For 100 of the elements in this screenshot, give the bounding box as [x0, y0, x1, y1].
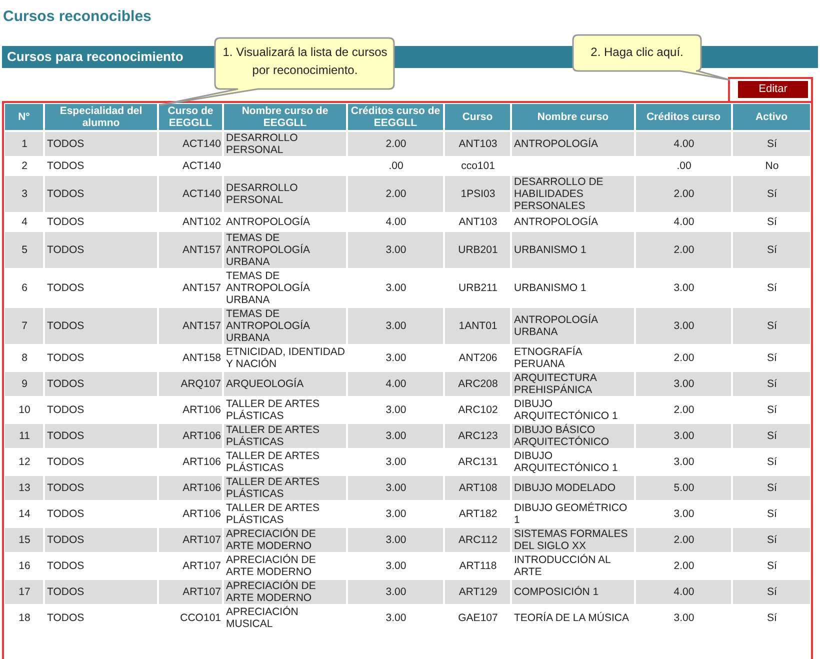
table-cell-text: URB211 [458, 281, 498, 296]
table-cell-text: TALLER DE ARTES PLÁSTICAS [225, 398, 321, 422]
table-cell-text: ACT140 [181, 159, 222, 174]
table-cell-text: 1 [20, 137, 28, 152]
table-cell-text: 4.00 [384, 215, 408, 230]
table-cell-text: .00 [388, 159, 404, 174]
table-cell-text: DIBUJO BÁSICO ARQUITECTÓNICO [513, 424, 610, 448]
table-cell-text: Sí [766, 215, 778, 230]
table-cell-text: 5 [20, 243, 28, 258]
table-cell-text: 3.00 [384, 455, 408, 470]
table-cell-text: TODOS [46, 243, 86, 258]
table-cell-text: 4.00 [384, 377, 408, 392]
table-cell-text: ANTROPOLOGÍA URBANA [513, 312, 599, 340]
table-cell-text: TODOS [46, 611, 86, 626]
table-cell-text: 18 [18, 611, 32, 626]
table-cell-text: APRECIACIÓN DE ARTE MODERNO [225, 580, 317, 604]
table-cell-text: TODOS [46, 187, 86, 202]
table-cell-text: TODOS [46, 429, 86, 444]
table-cell-text: ARC123 [457, 429, 499, 444]
table-cell-text: TALLER DE ARTES PLÁSTICAS [225, 502, 321, 526]
table-cell-text: Sí [766, 281, 778, 296]
table-cell-text: 3.00 [384, 559, 408, 574]
table-cell-text: 3.00 [384, 281, 408, 296]
table-cell-text: COMPOSICIÓN 1 [513, 584, 600, 600]
column-header: Créditos curso de EEGGLL [348, 104, 443, 130]
table-cell-text: ART107 [182, 585, 222, 600]
table-cell-text: URB201 [457, 243, 499, 258]
table-cell-text: 3.00 [384, 429, 408, 444]
table-cell-text: DESARROLLO PERSONAL [225, 132, 299, 156]
table-cell-text: 3.00 [384, 611, 408, 626]
table-cell-text: 2.00 [384, 187, 408, 202]
table-cell-text: Sí [766, 137, 778, 152]
column-header: Curso de EEGGLL [159, 104, 222, 130]
table-cell-text: TODOS [46, 351, 86, 366]
table-cell-text: ARC112 [458, 533, 498, 548]
table-cell-text: Sí [766, 319, 778, 334]
edit-button[interactable]: Editar [738, 81, 808, 98]
table-cell-text: TODOS [46, 215, 86, 230]
table-cell-text: ART107 [182, 559, 222, 574]
column-header: Especialidad del alumno [45, 104, 157, 130]
table-cell-text: 4.00 [672, 585, 696, 600]
table-cell-text: 2.00 [672, 243, 696, 258]
column-header: Nombre curso de EEGGLL [224, 104, 346, 130]
table-cell-text: ART107 [182, 533, 222, 548]
table-cell-text: 3.00 [672, 281, 696, 296]
table-cell-text: TEMAS DE ANTROPOLOGÍA URBANA [225, 232, 311, 268]
table-cell-text: TODOS [46, 481, 86, 496]
table-cell-text: DIBUJO ARQUITECTÓNICO 1 [513, 450, 619, 474]
table-cell-text: ANTROPOLOGÍA [513, 214, 600, 230]
table-cell-text: TALLER DE ARTES PLÁSTICAS [225, 476, 321, 500]
table-cell-text: 3.00 [672, 455, 696, 470]
table-cell-text: ETNOGRAFÍA PERUANA [513, 346, 584, 370]
table-cell-text: 9 [20, 377, 28, 392]
table-cell-text: TODOS [46, 159, 86, 174]
table-cell-text: ANT157 [181, 319, 222, 334]
table-cell-text: 17 [18, 585, 32, 600]
table-cell-text: ANTROPOLOGÍA [225, 214, 312, 230]
table-cell-text: Sí [766, 351, 778, 366]
table-cell-text: 2.00 [672, 187, 696, 202]
table-cell-text: TALLER DE ARTES PLÁSTICAS [225, 424, 321, 448]
table-cell-text: DESARROLLO PERSONAL [225, 181, 299, 208]
table-cell-text: INTRODUCCIÓN AL ARTE [513, 554, 612, 578]
table-cell-text: 4 [20, 215, 28, 230]
table-cell-text: 15 [18, 533, 32, 548]
column-header: Activo [733, 104, 810, 130]
table-cell-text: ETNICIDAD, IDENTIDAD Y NACIÓN [225, 346, 346, 370]
table-cell-text: ANT103 [458, 215, 498, 230]
table-cell-text: 3.00 [672, 611, 696, 626]
table-cell-text: 3.00 [672, 507, 696, 522]
table-cell-text: ANT157 [181, 281, 222, 296]
table-cell-text: 12 [18, 455, 32, 470]
table-cell-text: 1PSI03 [460, 187, 496, 202]
table-cell-text: 3.00 [672, 429, 696, 444]
table-cell-text: 3.00 [384, 319, 408, 334]
table-cell-text: .00 [676, 159, 692, 174]
table-cell-text: ARQUITECTURA PREHISPÁNICA [513, 372, 598, 396]
table-cell-text: URBANISMO 1 [513, 281, 588, 296]
table-cell-text: 4.00 [672, 137, 696, 152]
table-cell-text: 10 [18, 403, 32, 418]
table-cell-text: ACT140 [181, 137, 222, 152]
table-cell-text: 16 [18, 559, 32, 574]
table-cell-text: 3.00 [384, 585, 408, 600]
table-cell-text: Sí [766, 611, 778, 626]
table-cell-text: CCO101 [179, 611, 222, 626]
table-cell-text: Sí [766, 507, 778, 522]
table-cell-text: TODOS [46, 319, 86, 334]
table-cell-text: ANT103 [458, 137, 498, 152]
table-cell-text: GAE107 [457, 611, 499, 626]
table-cell-text: 3.00 [672, 319, 696, 334]
table-cell-text: ART106 [182, 481, 222, 496]
table-cell-text: ART106 [182, 403, 222, 418]
table-cell-text: 2.00 [672, 559, 696, 574]
table-cell-text: 14 [18, 507, 32, 522]
table-cell-text: ART118 [458, 559, 498, 574]
table-cell-text: Sí [766, 403, 778, 418]
table-cell-text: 2.00 [672, 403, 696, 418]
table-cell-text: TODOS [46, 377, 86, 392]
table-cell-text: 2.00 [672, 351, 696, 366]
table-cell-text: TODOS [46, 403, 86, 418]
table-cell-text: Sí [766, 481, 778, 496]
